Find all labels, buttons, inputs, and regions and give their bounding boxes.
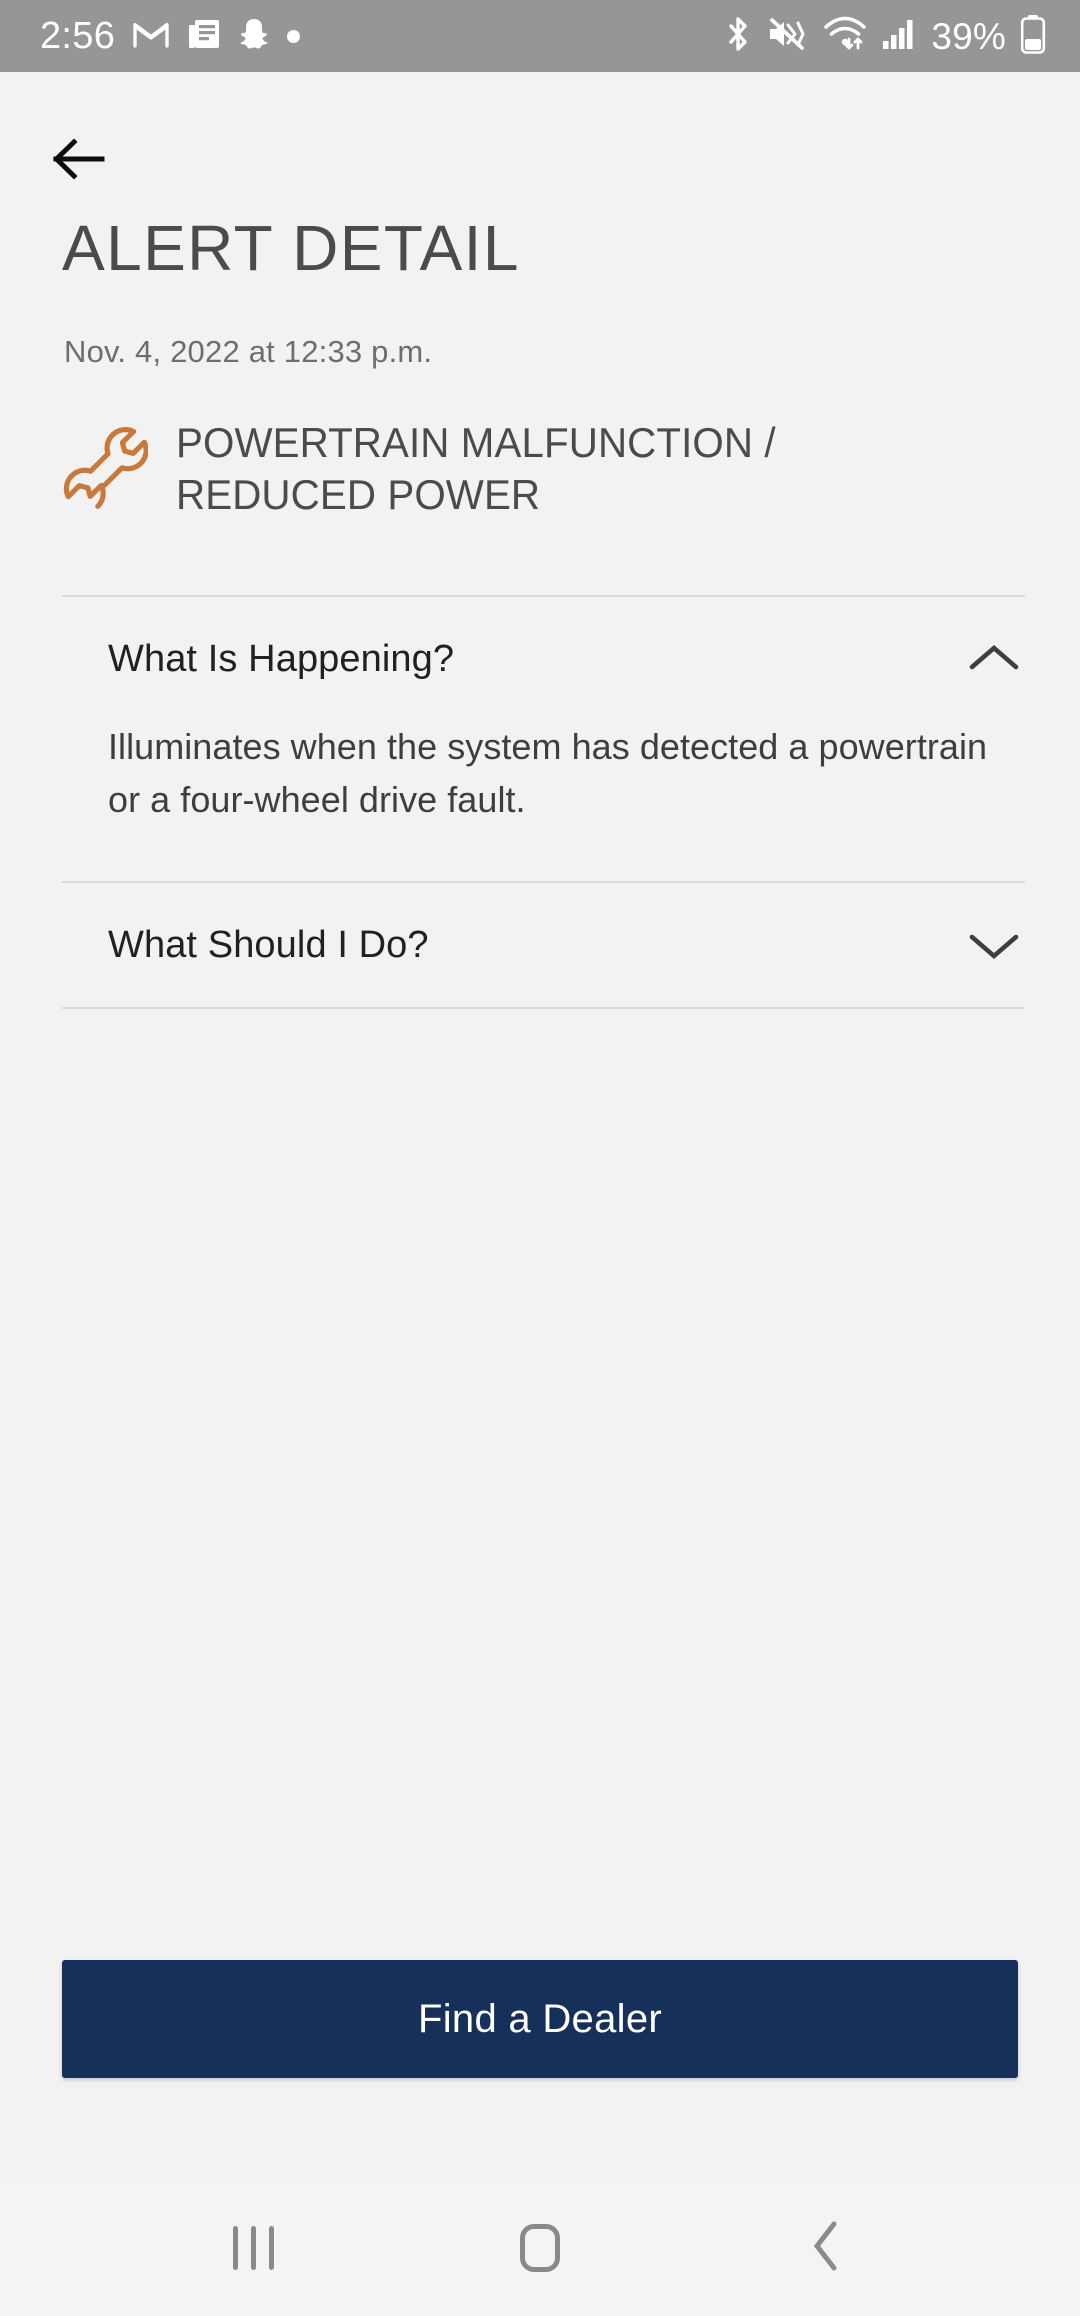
chevron-down-icon[interactable] — [966, 925, 1022, 965]
status-bar-left: 2:56 — [40, 15, 301, 57]
arrow-left-icon — [52, 137, 108, 186]
battery-icon — [1020, 14, 1046, 59]
gmail-icon — [133, 19, 169, 54]
wrench-icon — [60, 421, 149, 513]
recents-button[interactable] — [193, 2193, 313, 2303]
top-app-bar — [0, 72, 1080, 192]
alert-title: POWERTRAIN MALFUNCTION / REDUCED POWER — [176, 419, 776, 519]
accordion-label: What Is Happening? — [108, 638, 455, 681]
find-a-dealer-button[interactable]: Find a Dealer — [62, 1960, 1018, 2078]
system-back-button[interactable] — [767, 2193, 887, 2303]
accordion-text: Illuminates when the system has detected… — [108, 726, 988, 821]
cellular-signal-icon — [881, 17, 917, 56]
alert-summary: POWERTRAIN MALFUNCTION / REDUCED POWER — [0, 417, 1080, 521]
battery-percent-label: 39% — [931, 15, 1006, 57]
chevron-up-icon[interactable] — [966, 639, 1022, 679]
back-button[interactable] — [52, 126, 126, 196]
recents-bars-icon — [232, 2226, 274, 2270]
chevron-left-icon — [810, 2220, 844, 2277]
page-title: ALERT DETAIL — [62, 212, 520, 284]
mute-vibrate-icon — [767, 16, 809, 57]
dot-indicator-icon — [287, 29, 301, 43]
alert-detail-screen: ALERT DETAIL Nov. 4, 2022 at 12:33 p.m. … — [0, 72, 1080, 2180]
bluetooth-icon — [723, 15, 753, 58]
home-button[interactable] — [480, 2193, 600, 2303]
system-navigation-bar — [0, 2180, 1080, 2316]
accordion-header-what-should-i-do[interactable]: What Should I Do? — [0, 883, 1080, 1007]
accordion-label: What Should I Do? — [108, 923, 429, 966]
accordion-header-what-is-happening[interactable]: What Is Happening? — [0, 597, 1080, 721]
snapchat-icon — [239, 17, 269, 56]
phone-screen: 2:56 39% ALERT DETAIL Nov. 4, 2022 at 12… — [0, 0, 1080, 2316]
home-square-icon — [519, 2224, 560, 2272]
status-bar-right: 39% — [723, 14, 1046, 59]
news-feed-icon — [187, 17, 221, 56]
status-bar: 2:56 39% — [0, 0, 1080, 72]
accordion-body-what-is-happening: Illuminates when the system has detected… — [0, 721, 1080, 881]
status-clock: 2:56 — [40, 15, 116, 57]
alert-timestamp: Nov. 4, 2022 at 12:33 p.m. — [64, 334, 433, 369]
wifi-icon — [823, 15, 867, 58]
cta-container: Find a Dealer — [0, 1960, 1080, 2078]
